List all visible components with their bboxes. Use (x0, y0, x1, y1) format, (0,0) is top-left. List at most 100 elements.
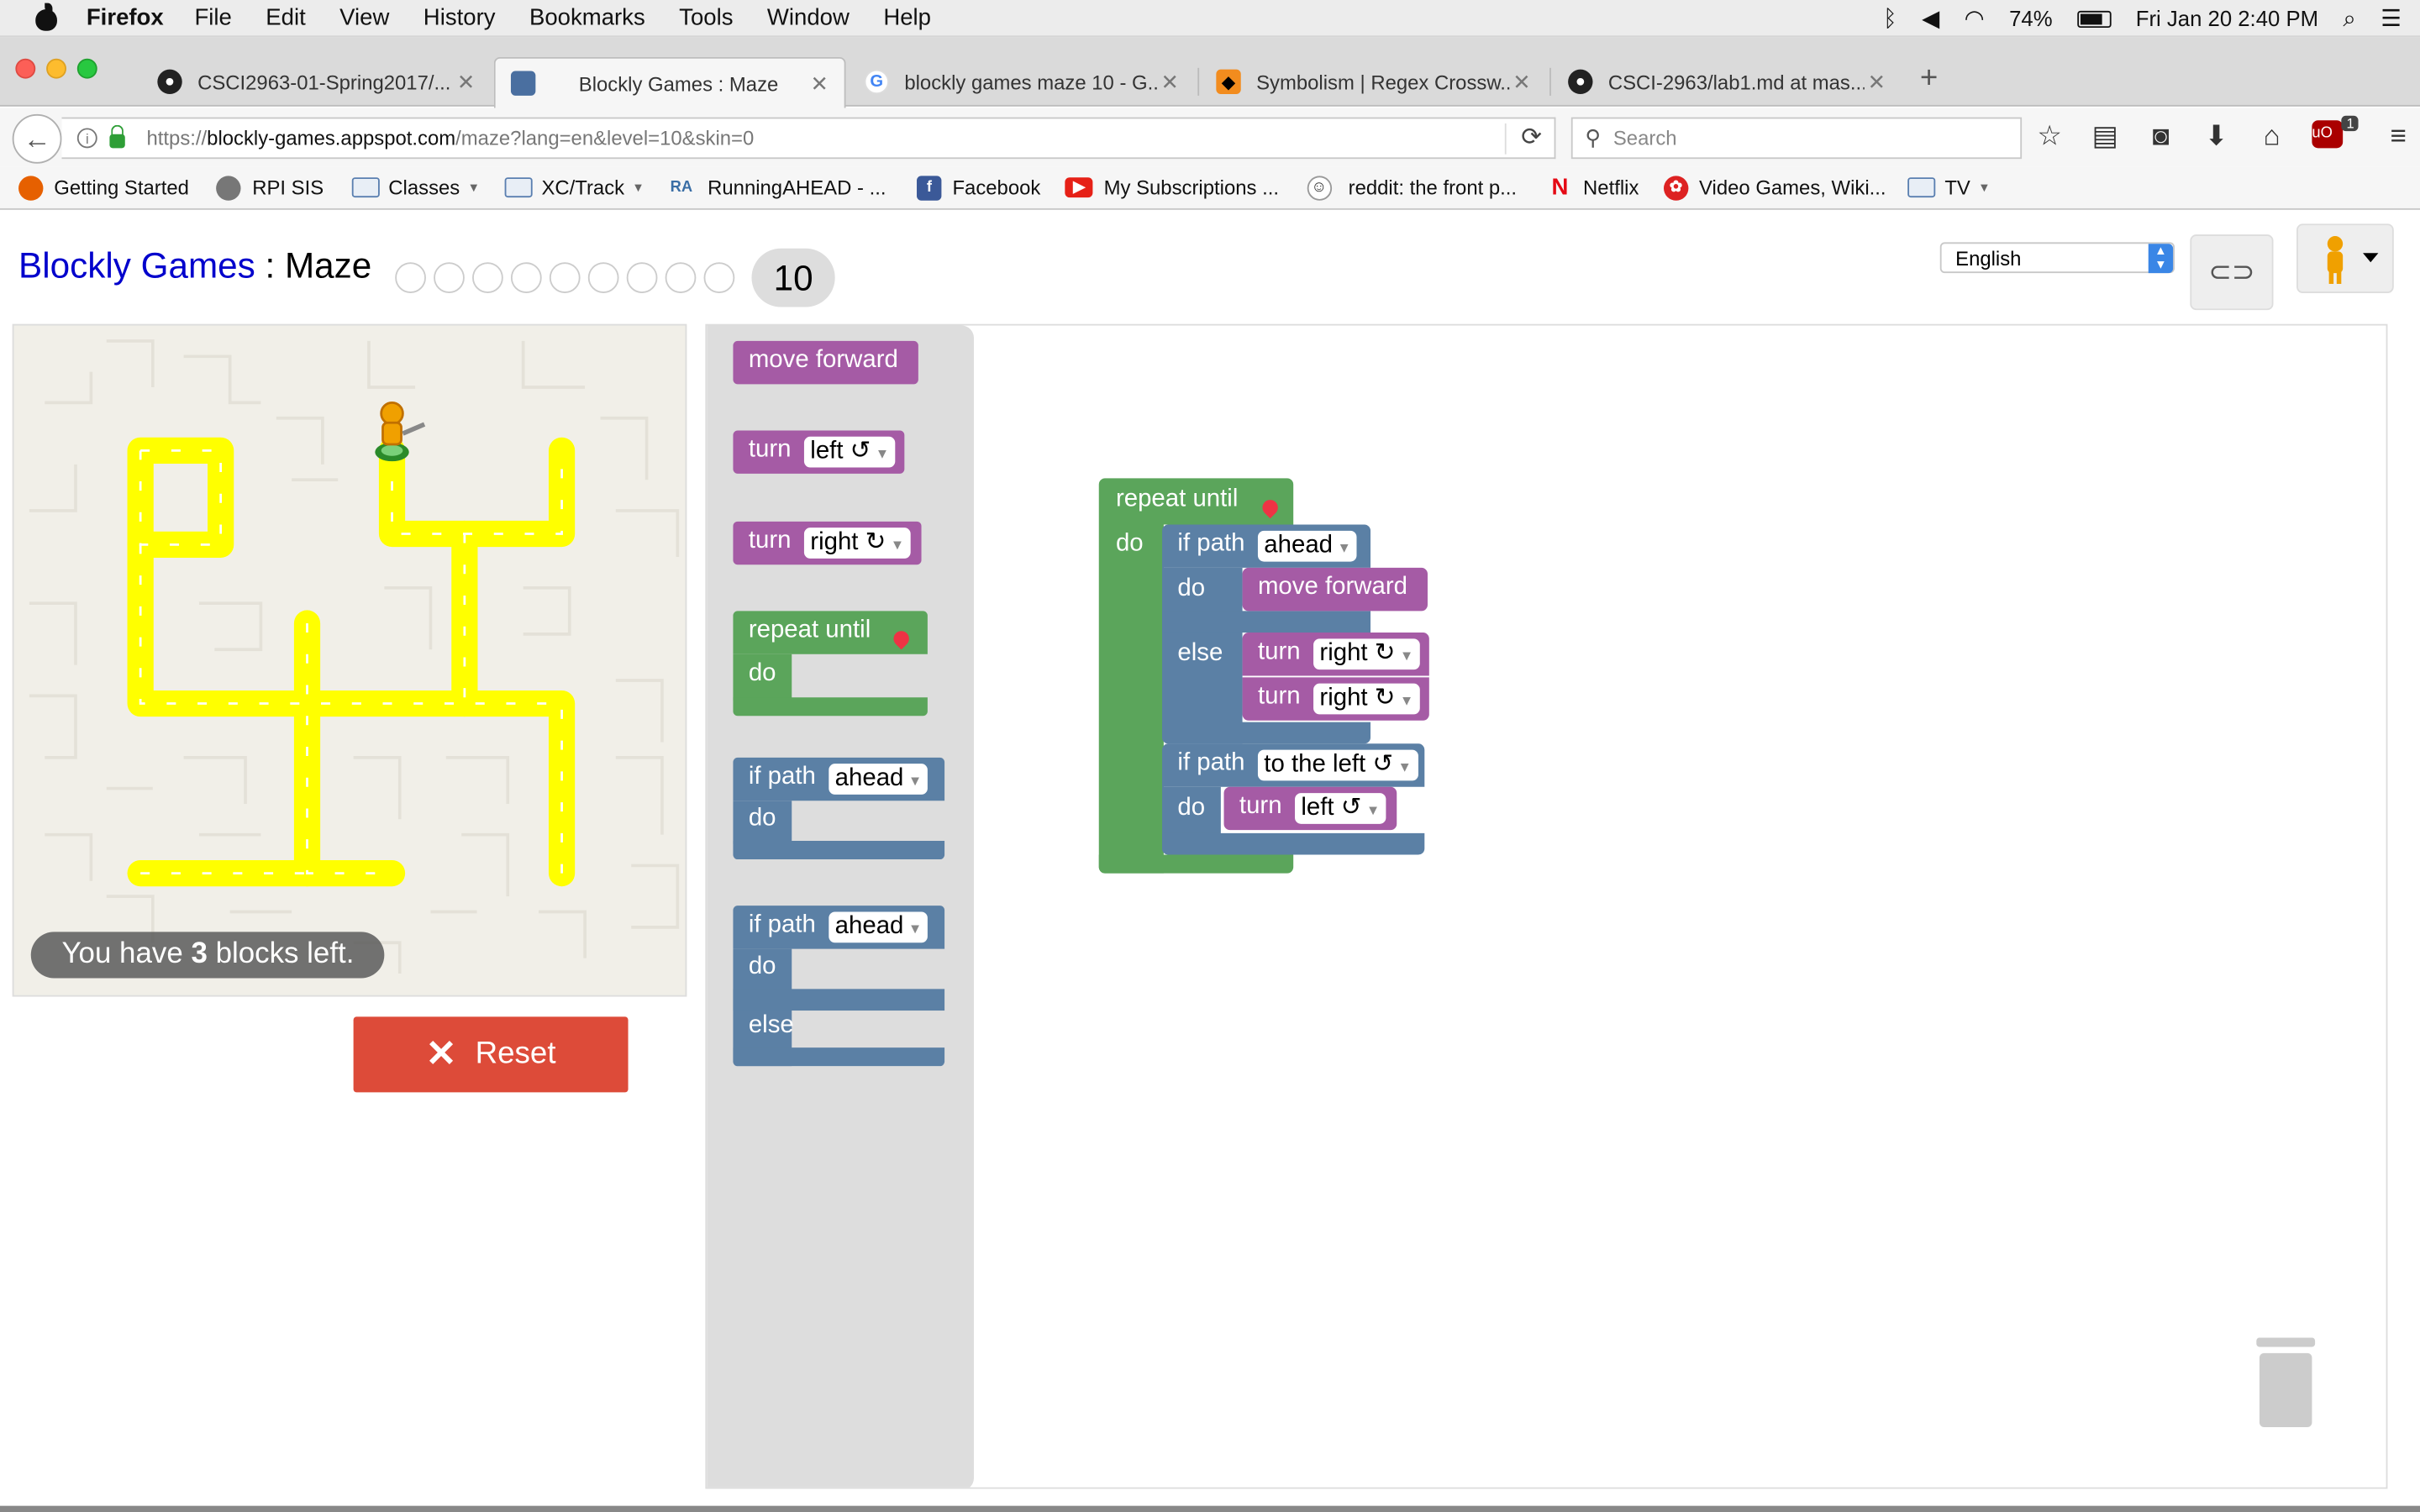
back-button[interactable]: ← (12, 113, 62, 164)
battery-percent[interactable]: 74% (2009, 6, 2052, 30)
path-dropdown[interactable]: to the left ↺ ▼ (1257, 749, 1418, 781)
level-8-link[interactable] (665, 262, 697, 293)
tab-regex-crossword[interactable]: ◆ Symbolism | Regex Crossw... ✕ (1201, 57, 1546, 107)
reload-icon[interactable]: ⟳ (1504, 123, 1542, 155)
minimize-window-button[interactable] (46, 58, 66, 79)
bookmark-netflix[interactable]: N Netflix (1548, 175, 1639, 201)
tab-google-search[interactable]: G blockly games maze 10 - G... ✕ (849, 57, 1194, 107)
clock[interactable]: Fri Jan 20 2:40 PM (2136, 6, 2318, 30)
menu-window[interactable]: Window (767, 5, 850, 31)
facebook-icon: f (917, 175, 942, 200)
home-icon[interactable]: ⌂ (2256, 120, 2287, 153)
skin-picker-button[interactable] (2296, 223, 2394, 293)
maximize-window-button[interactable] (76, 58, 97, 79)
program-move-forward-block[interactable]: move forward (1242, 567, 1428, 612)
chevron-down-icon: ▼ (908, 921, 923, 937)
reset-button[interactable]: ✕ Reset (353, 1016, 629, 1093)
level-3-link[interactable] (472, 262, 503, 293)
tab-lab1-github[interactable]: ● CSCI-2963/lab1.md at mas... ✕ (1553, 57, 1902, 107)
direction-dropdown[interactable]: right ↻ ▼ (803, 528, 911, 559)
battery-icon[interactable] (2076, 9, 2112, 28)
blockly-games-link[interactable]: Blockly Games (18, 245, 255, 286)
program-turn-left-block[interactable]: turn left ↺ ▼ (1223, 786, 1397, 831)
site-info-icon[interactable]: i (76, 128, 97, 149)
address-bar[interactable]: i https://blockly-games.appspot.com/maze… (61, 117, 1556, 160)
spotlight-search-icon[interactable]: ⌕ (2343, 5, 2355, 31)
close-tab-icon[interactable]: ✕ (808, 71, 832, 97)
tab-csci2963-github[interactable]: ● CSCI2963-01-Spring2017/... ✕ (142, 57, 491, 107)
bookmark-star-icon[interactable]: ☆ (2034, 120, 2065, 153)
bookmark-runningahead[interactable]: RA RunningAHEAD - ... (666, 175, 886, 199)
block-label: if path (1177, 749, 1245, 776)
bluetooth-icon[interactable]: ᛒ (1883, 5, 1897, 31)
path-dropdown[interactable]: ahead ▼ (829, 764, 929, 795)
menu-bookmarks[interactable]: Bookmarks (529, 5, 645, 31)
link-button[interactable]: ⊂⊃ (2190, 234, 2274, 311)
bookmark-youtube-subscriptions[interactable]: ▶ My Subscriptions ... (1065, 176, 1279, 199)
chevron-down-icon: ▼ (875, 445, 890, 462)
menu-help[interactable]: Help (883, 5, 931, 31)
menu-file[interactable]: File (194, 5, 231, 31)
level-6-link[interactable] (587, 262, 619, 293)
bookmark-folder-classes[interactable]: Classes ▼ (351, 176, 480, 199)
bookmark-folder-tv[interactable]: TV ▼ (1907, 176, 1991, 199)
toolbox-if-path-block[interactable]: if path ahead ▼ do (733, 757, 945, 860)
direction-dropdown[interactable]: left ↺ ▼ (1295, 793, 1386, 824)
level-5-link[interactable] (549, 262, 581, 293)
bookmark-reddit[interactable]: ☺ reddit: the front p... (1307, 175, 1517, 200)
hamburger-menu-icon[interactable]: ≡ (2383, 120, 2414, 153)
close-tab-icon[interactable]: ✕ (454, 69, 478, 95)
blockly-puzzle-icon (510, 71, 536, 96)
close-tab-icon[interactable]: ✕ (1509, 69, 1534, 95)
toolbox-repeat-until-block[interactable]: repeat until do (733, 611, 928, 717)
close-tab-icon[interactable]: ✕ (1158, 69, 1182, 95)
menu-history[interactable]: History (424, 5, 496, 31)
close-window-button[interactable] (15, 58, 36, 79)
trash-can-icon[interactable] (2254, 1337, 2318, 1430)
toolbox-move-forward-block[interactable]: move forward (733, 340, 918, 385)
bookmark-label: RunningAHEAD - ... (708, 176, 886, 199)
tab-blockly-maze[interactable]: Blockly Games : Maze ✕ (493, 56, 846, 108)
path-dropdown[interactable]: ahead ▼ (1257, 530, 1358, 562)
path-dropdown[interactable]: ahead ▼ (829, 911, 929, 943)
pocket-icon[interactable]: ◙ (2145, 120, 2176, 153)
new-tab-plus-icon[interactable]: + (1920, 61, 1938, 97)
bookmark-getting-started[interactable]: Getting Started (18, 175, 189, 200)
menu-view[interactable]: View (339, 5, 389, 31)
bookmark-facebook[interactable]: f Facebook (917, 175, 1040, 200)
level-4-link[interactable] (510, 262, 542, 293)
level-7-link[interactable] (626, 262, 658, 293)
menu-tools[interactable]: Tools (679, 5, 733, 31)
menu-app-name[interactable]: Firefox (87, 5, 164, 31)
apple-menu-icon[interactable] (31, 2, 65, 30)
menu-edit[interactable]: Edit (266, 5, 305, 31)
language-selected: English (1955, 246, 2022, 270)
wifi-icon[interactable]: ◠ (1965, 5, 1985, 32)
blocks-left-message: You have 3 blocks left. (30, 932, 386, 979)
level-2-link[interactable] (434, 262, 465, 293)
direction-dropdown[interactable]: right ↻ ▼ (1313, 638, 1420, 670)
downloads-icon[interactable]: ⬇ (2201, 120, 2232, 153)
search-input[interactable]: ⚲ Search (1570, 117, 2023, 160)
program-turn-right-block-1[interactable]: turn right ↻ ▼ (1242, 633, 1429, 676)
blockly-workspace[interactable]: move forward turn left ↺ ▼ turn right ↻ ▼ (705, 323, 2388, 1489)
level-1-link[interactable] (395, 262, 426, 293)
volume-icon[interactable]: ◀ (1922, 5, 1939, 32)
github-icon: ● (157, 69, 182, 95)
url-text[interactable]: https://blockly-games.appspot.com/maze?l… (146, 127, 754, 150)
bookmark-folder-xc-track[interactable]: XC/Track ▼ (504, 176, 644, 199)
notification-center-icon[interactable]: ☰ (2381, 5, 2402, 32)
direction-dropdown[interactable]: left ↺ ▼ (803, 436, 896, 468)
program-turn-right-block-2[interactable]: turn right ↻ ▼ (1242, 677, 1429, 721)
level-9-link[interactable] (703, 262, 735, 293)
direction-dropdown[interactable]: right ↻ ▼ (1313, 683, 1420, 715)
ublock-origin-icon[interactable]: uO1 (2312, 115, 2360, 149)
close-tab-icon[interactable]: ✕ (1865, 69, 1889, 95)
bookmark-video-games-wiki[interactable]: ✿ Video Games, Wiki... (1663, 175, 1886, 200)
toolbox-turn-right-block[interactable]: turn right ↻ ▼ (733, 521, 922, 565)
toolbox-if-else-block[interactable]: if path ahead ▼ do else (733, 906, 945, 1067)
language-select[interactable]: English ▲ ▼ (1939, 242, 2175, 274)
toolbox-turn-left-block[interactable]: turn left ↺ ▼ (733, 430, 905, 474)
bookmark-rpi-sis[interactable]: RPI SIS (216, 175, 324, 200)
reading-list-icon[interactable]: ▤ (2090, 120, 2121, 153)
